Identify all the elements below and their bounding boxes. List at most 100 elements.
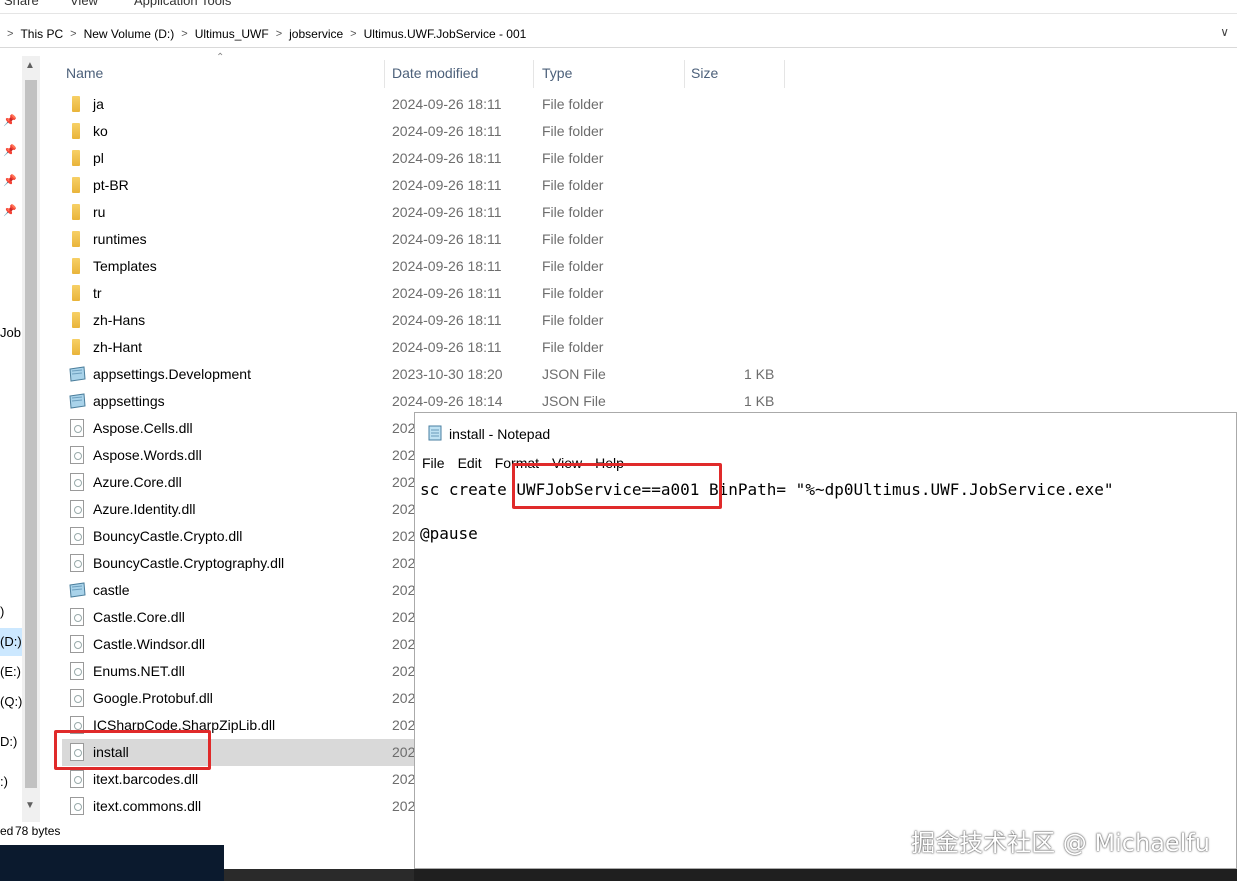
breadcrumb-jobservice[interactable]: jobservice [289, 27, 343, 41]
file-name: itext.barcodes.dll [93, 771, 199, 787]
file-row-templates[interactable]: Templates 2024-09-26 18:11 File folder [62, 253, 792, 280]
column-header-type[interactable]: Type [542, 56, 678, 90]
file-row-appsettings[interactable]: appsettings 2024-09-26 18:14 JSON File 1 KB [62, 388, 792, 415]
taskbar-apps[interactable] [224, 869, 414, 881]
file-row-itext-barcodes-dll[interactable]: itext.barcodes.dll 202 [62, 766, 416, 793]
menu-edit[interactable]: Edit [458, 455, 482, 477]
file-row-pl[interactable]: pl 2024-09-26 18:11 File folder [62, 145, 792, 172]
file-row-bouncycastle-crypto-dll[interactable]: BouncyCastle.Crypto.dll 202 [62, 523, 415, 550]
chevron-right-icon: > [7, 27, 14, 40]
json-file-icon [67, 582, 87, 599]
file-row-appsettings-development[interactable]: appsettings.Development 2023-10-30 18:20 J… [62, 361, 792, 388]
file-name: Aspose.Words.dll [93, 447, 202, 463]
scroll-thumb[interactable] [25, 80, 37, 788]
column-header-date[interactable]: Date modified [392, 56, 532, 90]
scroll-up-icon[interactable]: ▲ [25, 60, 35, 71]
column-header-name[interactable]: Name [66, 56, 382, 90]
ribbon-tab-application-tools[interactable]: Application Tools [134, 0, 231, 8]
pin-icon: 📌 [3, 205, 17, 217]
file-name: BouncyCastle.Cryptography.dll [93, 555, 285, 571]
file-row-aspose-cells-dll[interactable]: Aspose.Cells.dll 202 [62, 415, 415, 442]
column-divider[interactable] [384, 60, 385, 88]
file-row-castle-windsor-dll[interactable]: Castle.Windsor.dll 202 [62, 631, 415, 658]
file-row-itext-commons-dll[interactable]: itext.commons.dll 202 [62, 793, 415, 820]
file-row-aspose-words-dll[interactable]: Aspose.Words.dll 202 [62, 442, 415, 469]
ribbon-tab-share[interactable]: Share [4, 0, 39, 8]
dll-file-icon [70, 446, 84, 464]
file-date: 2024-09-26 18:11 [392, 339, 502, 355]
breadcrumb-drive[interactable]: New Volume (D:) [84, 27, 175, 41]
file-row-ja[interactable]: ja 2024-09-26 18:11 File folder [62, 91, 792, 118]
folder-icon [72, 231, 80, 247]
nav-item-job[interactable]: Job [0, 325, 21, 340]
nav-item-drive[interactable]: ) [0, 604, 4, 619]
nav-item-drive-5[interactable]: :) [0, 774, 8, 789]
file-type: File folder [542, 96, 604, 112]
status-size: 78 bytes [15, 824, 61, 838]
breadcrumb-ultimus-uwf[interactable]: Ultimus_UWF [195, 27, 269, 41]
file-name: Azure.Identity.dll [93, 501, 196, 517]
file-row-azure-core-dll[interactable]: Azure.Core.dll 202 [62, 469, 415, 496]
file-row-bouncycastle-cryptography-dll[interactable]: BouncyCastle.Cryptography.dll 202 [62, 550, 416, 577]
chevron-right-icon: > [350, 27, 357, 40]
column-header-size[interactable]: Size [691, 56, 781, 90]
nav-item-drive-e[interactable]: (E:) [0, 664, 21, 679]
file-row-enums-net-dll[interactable]: Enums.NET.dll 202 [62, 658, 415, 685]
column-divider[interactable] [784, 60, 785, 88]
breadcrumb-current-folder[interactable]: Ultimus.UWF.JobService - 001 [364, 27, 527, 41]
file-size: 1 KB [744, 366, 775, 382]
folder-icon [72, 150, 80, 166]
breadcrumb-this-pc[interactable]: This PC [20, 27, 63, 41]
file-row-castle[interactable]: castle 202 [62, 577, 415, 604]
dll-file-icon [70, 554, 84, 572]
file-row-ko[interactable]: ko 2024-09-26 18:11 File folder [62, 118, 792, 145]
column-divider[interactable] [684, 60, 685, 88]
file-date: 2023-10-30 18:20 [392, 366, 503, 382]
file-name: Aspose.Cells.dll [93, 420, 193, 436]
file-date: 202 [392, 555, 416, 571]
taskbar-start-area[interactable] [0, 845, 224, 881]
scroll-down-icon[interactable]: ▼ [25, 800, 35, 811]
file-name: pt-BR [93, 177, 129, 193]
file-row-azure-identity-dll[interactable]: Azure.Identity.dll 202 [62, 496, 415, 523]
file-date: 202 [392, 771, 416, 787]
file-date: 2024-09-26 18:11 [392, 258, 502, 274]
ribbon-tab-view[interactable]: View [70, 0, 98, 8]
dll-file-icon [70, 635, 84, 653]
dll-file-icon [70, 608, 84, 626]
file-row-runtimes[interactable]: runtimes 2024-09-26 18:11 File folder [62, 226, 792, 253]
column-divider[interactable] [533, 60, 534, 88]
file-row-pt-br[interactable]: pt-BR 2024-09-26 18:11 File folder [62, 172, 792, 199]
nav-item-drive-d[interactable]: (D:) [0, 634, 22, 649]
file-name: zh-Hans [93, 312, 146, 328]
file-name: appsettings [93, 393, 165, 409]
file-name: Azure.Core.dll [93, 474, 182, 490]
menu-file[interactable]: File [422, 455, 445, 477]
nav-item-drive-4[interactable]: D:) [0, 734, 17, 749]
address-bar[interactable]: > This PC > New Volume (D:) > Ultimus_UW… [0, 20, 1237, 48]
file-name: tr [93, 285, 102, 301]
pin-icon: 📌 [3, 115, 17, 127]
file-row-tr[interactable]: tr 2024-09-26 18:11 File folder [62, 280, 792, 307]
file-date: 2024-09-26 18:11 [392, 204, 502, 220]
file-row-castle-core-dll[interactable]: Castle.Core.dll 202 [62, 604, 415, 631]
file-name: Google.Protobuf.dll [93, 690, 213, 706]
notepad-title-bar[interactable]: install - Notepad [415, 413, 1236, 453]
file-row-google-protobuf-dll[interactable]: Google.Protobuf.dll 202 [62, 685, 415, 712]
ribbon-tabs: Share View Application Tools [0, 0, 1237, 14]
file-row-zh-hans[interactable]: zh-Hans 2024-09-26 18:11 File folder [62, 307, 792, 334]
dll-file-icon [70, 527, 84, 545]
chevron-down-icon[interactable]: ∨ [1220, 25, 1229, 39]
file-type: File folder [542, 285, 604, 301]
file-type: File folder [542, 177, 604, 193]
file-name: zh-Hant [93, 339, 143, 355]
file-date: 2024-09-26 18:11 [392, 231, 502, 247]
file-name: Castle.Windsor.dll [93, 636, 206, 652]
nav-scrollbar[interactable]: ▲ ▼ [22, 56, 40, 822]
file-date: 2024-09-26 18:11 [392, 123, 502, 139]
nav-item-drive-q[interactable]: (Q:) [0, 694, 22, 709]
file-row-ru[interactable]: ru 2024-09-26 18:11 File folder [62, 199, 792, 226]
file-type: File folder [542, 339, 604, 355]
file-row-zh-hant[interactable]: zh-Hant 2024-09-26 18:11 File folder [62, 334, 792, 361]
dll-file-icon [70, 689, 84, 707]
